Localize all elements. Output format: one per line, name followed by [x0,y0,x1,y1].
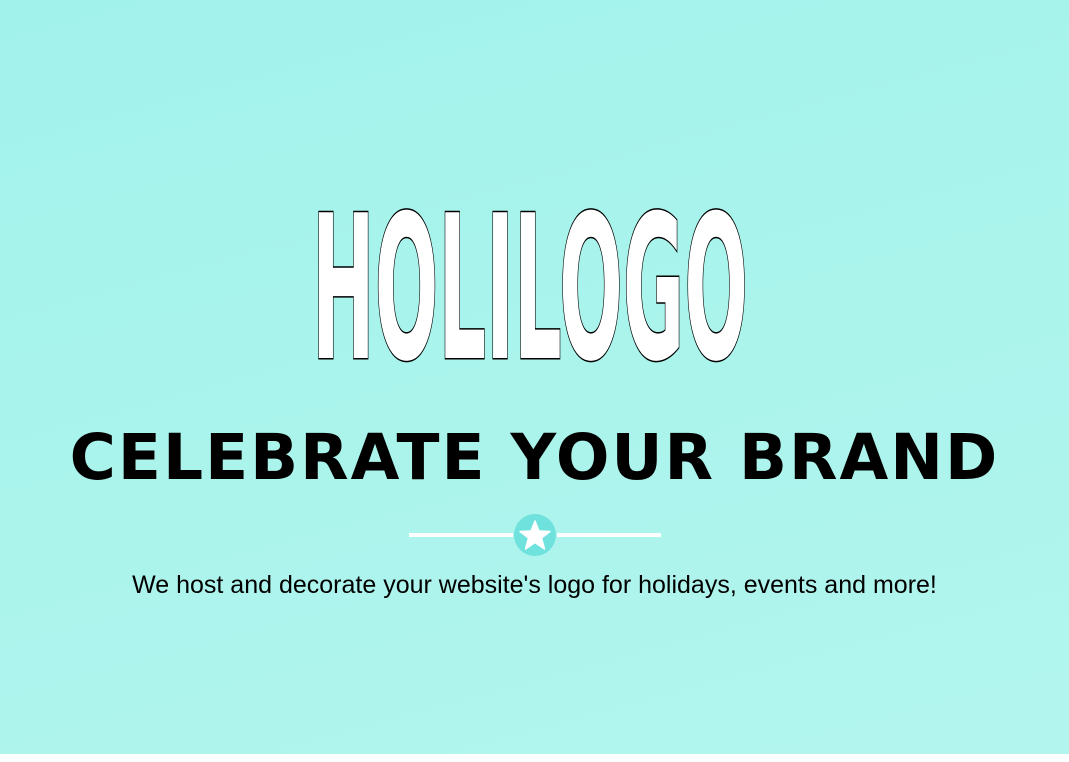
page-headline: CELEBRATE YOUR BRAND [69,421,1000,494]
logo-wordmark: HOLILOGO [311,186,750,366]
hero-section: HOLILOGO CELEBRATE YOUR BRAND We host an… [0,0,1069,754]
holilogo-logo[interactable]: HOLILOGO [306,186,754,366]
logo-text: HOLILOGO [312,186,748,366]
star-icon [514,514,556,556]
divider-line-right [557,533,661,537]
page-bottom-edge [0,754,1069,762]
tagline: We host and decorate your website's logo… [132,571,937,599]
star-divider [409,514,661,556]
divider-line-left [409,533,513,537]
